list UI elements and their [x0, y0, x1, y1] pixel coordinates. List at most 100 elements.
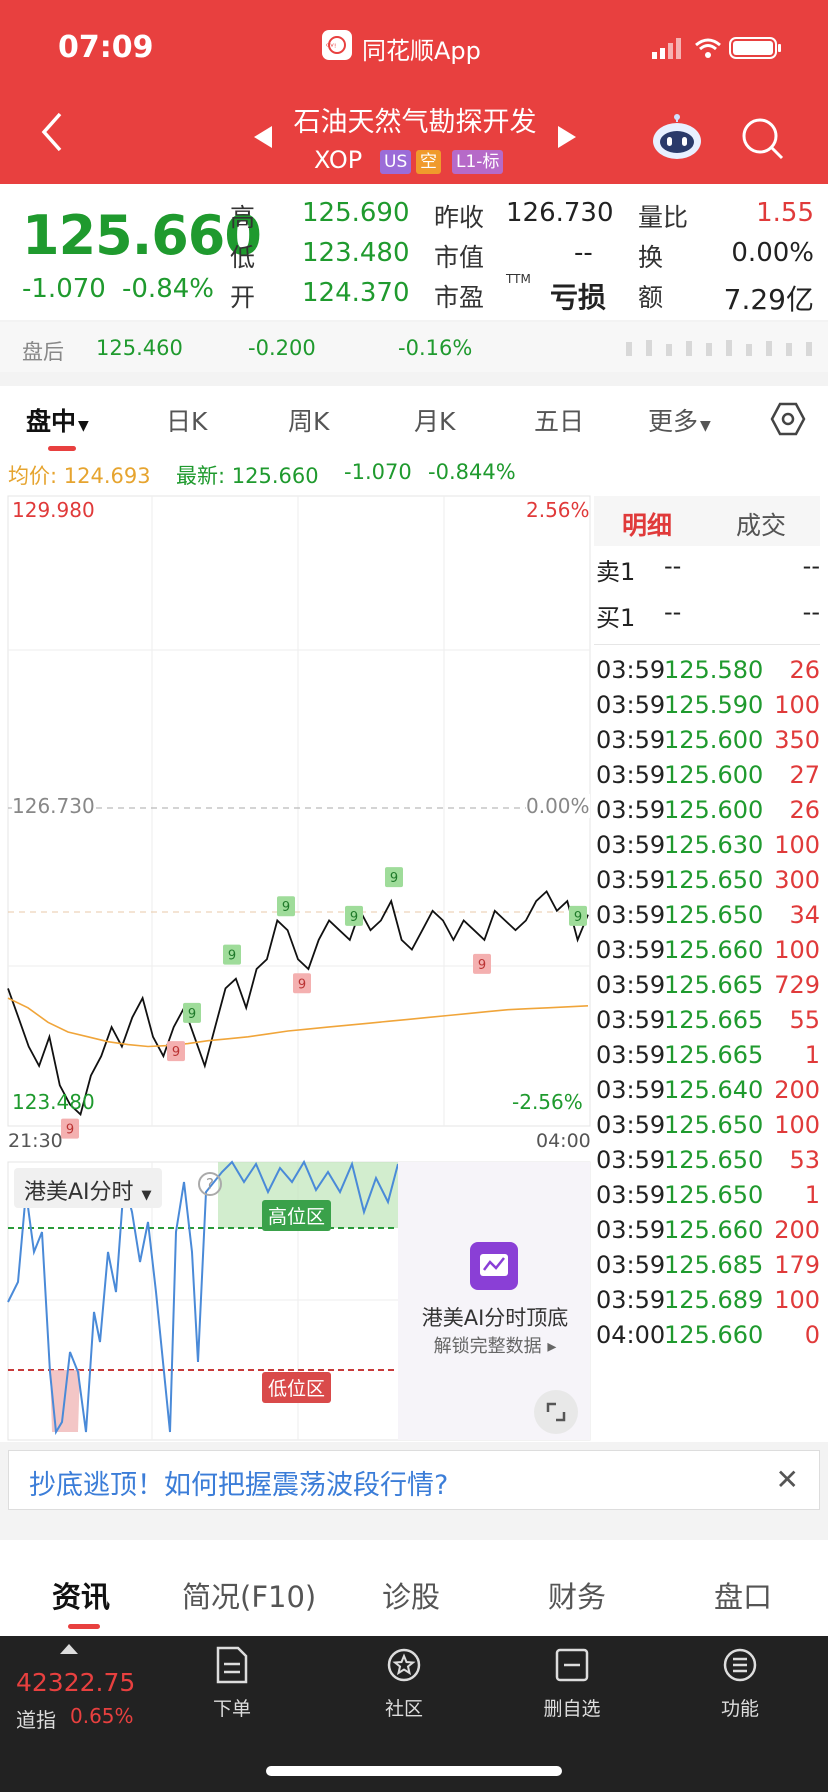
buy-signal-marker: 9 [345, 905, 363, 926]
trade-time: 03:59 [596, 1076, 666, 1104]
trade-time: 03:59 [596, 866, 666, 894]
signal-marker-text: 9 [350, 910, 358, 925]
trade-time: 03:59 [596, 1006, 666, 1034]
trade-time: 03:59 [596, 1181, 666, 1209]
tab-diagnosis[interactable]: 诊股 [382, 1574, 440, 1616]
afterhours-label: 盘后 [22, 340, 64, 364]
help-icon[interactable]: ? [198, 1172, 222, 1196]
trade-row: 03:59 125.689 100 [594, 1286, 820, 1326]
trade-row: 03:59 125.665 729 [594, 971, 820, 1011]
tab-news[interactable]: 资讯 [52, 1574, 110, 1616]
indicator-selector[interactable]: 港美AI分时 ▼ [14, 1168, 162, 1208]
tab-trades[interactable]: 成交 [736, 506, 786, 542]
order-label: 下单 [212, 1698, 251, 1720]
ai-indicator-icon [470, 1242, 518, 1290]
trade-time: 03:59 [596, 971, 666, 999]
trade-price: 125.665 [664, 971, 764, 999]
amount-label: 额 [638, 283, 664, 312]
functions-button[interactable]: 功能 [680, 1646, 800, 1721]
trade-row: 03:59 125.650 1 [594, 1181, 820, 1221]
tab-weekly-k[interactable]: 周K [288, 402, 329, 438]
y-max-label: 129.980 [12, 498, 95, 522]
pe-value: 亏损 [550, 281, 607, 314]
prev-stock-button[interactable] [252, 124, 274, 157]
community-label: 社区 [384, 1698, 423, 1720]
search-button[interactable] [740, 116, 784, 160]
app-name: 同花顺App [362, 37, 481, 65]
trade-time: 03:59 [596, 1251, 666, 1279]
promo-banner[interactable]: 抄底逃顶！如何把握震荡波段行情? ✕ [8, 1450, 820, 1510]
next-stock-button[interactable] [556, 124, 578, 157]
quote-panel: 125.660 -1.070 -0.84% 高 125.690 低 123.48… [0, 184, 828, 320]
turnover-value: 0.00% [731, 238, 814, 268]
community-star-icon [387, 1648, 421, 1682]
trade-volume: 55 [789, 1006, 820, 1034]
sell1-row: 卖1 -- -- [594, 552, 820, 592]
expand-button[interactable] [534, 1390, 578, 1434]
tab-detail[interactable]: 明细 [622, 506, 672, 542]
trade-volume: 100 [774, 831, 820, 859]
period-tabs: 盘中 ▼ 日K 周K 月K 五日 更多 ▼ [0, 386, 828, 452]
afterhours-bar[interactable]: 盘后 125.460 -0.200 -0.16% [0, 322, 828, 372]
trade-time: 03:59 [596, 796, 666, 824]
open-value: 124.370 [302, 278, 410, 308]
prev-close-value: 126.730 [506, 198, 614, 228]
x-start-label: 21:30 [8, 1130, 63, 1152]
trade-row: 03:59 125.650 53 [594, 1146, 820, 1186]
latest-change: -1.070 [344, 460, 412, 484]
ref-pct-label: 0.00% [526, 794, 590, 818]
triangle-left-icon [254, 126, 272, 148]
trade-row: 03:59 125.665 1 [594, 1041, 820, 1081]
trade-row: 03:59 125.640 200 [594, 1076, 820, 1116]
tab-daily-k[interactable]: 日K [166, 402, 207, 438]
close-icon[interactable]: ✕ [776, 1463, 799, 1496]
chart-settings-button[interactable] [770, 402, 806, 440]
trade-time: 03:59 [596, 1146, 666, 1174]
afterhours-sparkline [626, 340, 812, 356]
buy-signal-marker: 9 [223, 944, 241, 965]
signal-marker-text: 9 [574, 910, 582, 925]
functions-label: 功能 [720, 1698, 759, 1720]
tab-monthly-k[interactable]: 月K [414, 402, 455, 438]
trade-volume: 26 [789, 796, 820, 824]
signal-marker-text: 9 [228, 949, 236, 964]
tag-us: US [380, 150, 412, 174]
trade-volume: 26 [789, 656, 820, 684]
sell1-label: 卖1 [596, 558, 636, 586]
tab-intraday-label: 盘中 [26, 407, 77, 436]
low-label: 低 [230, 243, 256, 272]
trade-price: 125.580 [664, 656, 764, 684]
triangle-right-icon [558, 126, 576, 148]
trade-price: 125.660 [664, 1216, 764, 1244]
unlock-link[interactable]: 解锁完整数据 ▸ [400, 1332, 590, 1358]
ref-price-label: 126.730 [12, 794, 95, 818]
trade-time: 03:59 [596, 726, 666, 754]
trade-time: 03:59 [596, 936, 666, 964]
community-button[interactable]: 社区 [344, 1646, 464, 1721]
trade-time: 03:59 [596, 1216, 666, 1244]
tab-profile[interactable]: 简况(F10) [182, 1574, 316, 1616]
trade-volume: 53 [789, 1146, 820, 1174]
tab-finance[interactable]: 财务 [548, 1574, 606, 1616]
remove-watchlist-button[interactable]: 删自选 [512, 1646, 632, 1721]
pe-label: 市盈 [434, 283, 485, 312]
wifi-icon [695, 38, 721, 58]
tab-more[interactable]: 更多 ▼ [648, 402, 711, 438]
trade-volume: 200 [774, 1076, 820, 1104]
trade-volume: 1 [804, 1041, 820, 1069]
tab-orderbook[interactable]: 盘口 [714, 1574, 772, 1616]
tab-five-day[interactable]: 五日 [534, 402, 584, 438]
detail-divider [594, 644, 820, 645]
avg-price-label: 均价: 124.693 [8, 464, 151, 488]
intraday-chart[interactable]: 9 9 9 9 9 9 9 9 9 9 [0, 492, 592, 1442]
tab-intraday[interactable]: 盘中 ▼ [26, 402, 89, 438]
buy1-vol: -- [802, 598, 820, 626]
vol-ratio-label: 量比 [638, 203, 689, 232]
signal-marker-text: 9 [172, 1045, 180, 1060]
ai-robot-button[interactable] [652, 114, 702, 160]
back-button[interactable] [40, 112, 64, 163]
trade-volume: 100 [774, 1286, 820, 1314]
search-icon [742, 118, 784, 160]
order-button[interactable]: 下单 [172, 1646, 292, 1721]
expand-icon [546, 1402, 566, 1422]
